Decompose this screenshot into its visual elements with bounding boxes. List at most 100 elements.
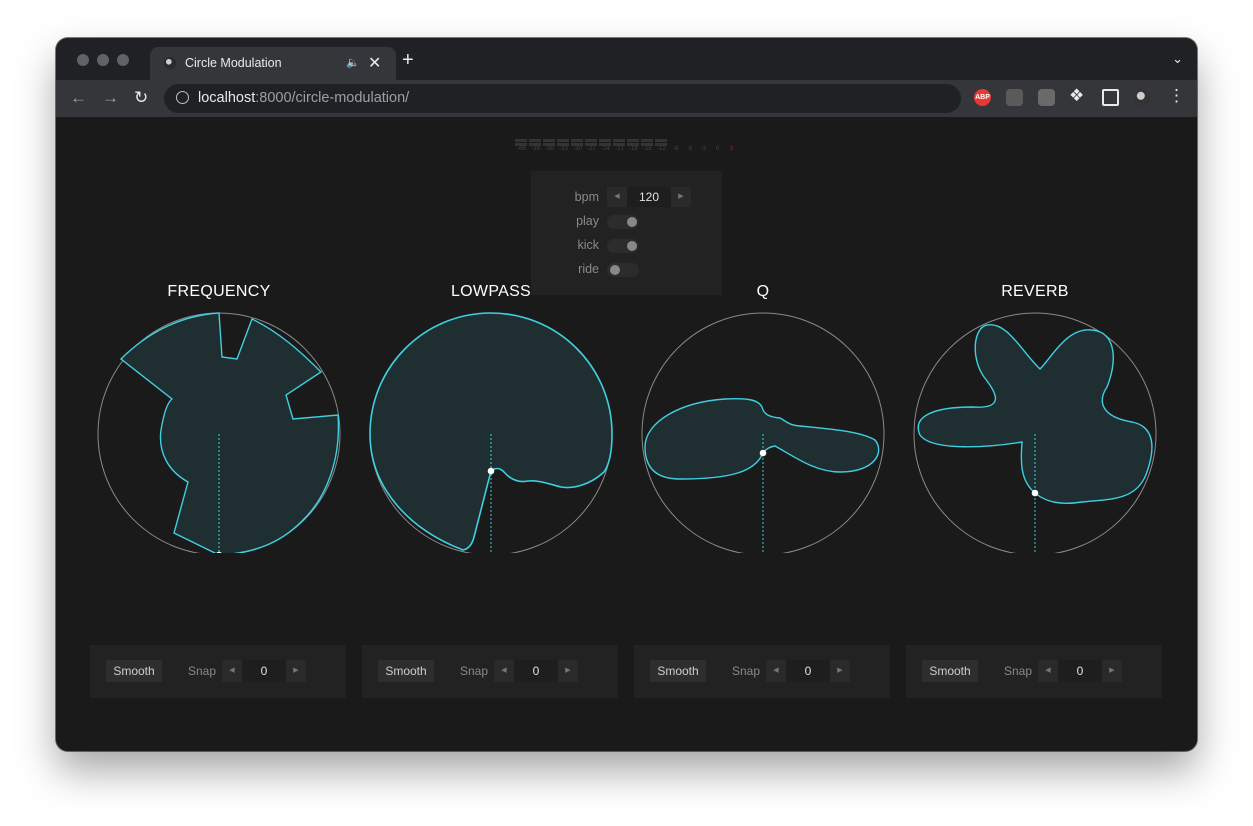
meter-segment (515, 139, 527, 142)
reverb-shape[interactable] (917, 324, 1153, 504)
meter-segment (571, 139, 583, 142)
module-title: REVERB (1001, 283, 1069, 300)
bpm-stepper: ◀ 120 ▶ (607, 187, 691, 207)
smooth-button[interactable]: Smooth (650, 660, 706, 682)
transport-panel: bpm ◀ 120 ▶ play kick ride (531, 171, 722, 295)
kick-label: kick (577, 238, 599, 252)
snap-decrease-button[interactable]: ◀ (1038, 660, 1058, 682)
speaker-icon[interactable]: 🔈 (346, 56, 360, 69)
meter-scale-label: -15 (643, 146, 652, 152)
side-panel-icon[interactable] (1102, 89, 1119, 106)
meter-scale-label: -30 (573, 146, 582, 152)
adblock-icon[interactable]: ABP (974, 89, 991, 106)
favicon-icon (164, 57, 176, 69)
reverb-circle-editor[interactable] (912, 307, 1158, 553)
meter-scale-label: -39 (531, 146, 540, 152)
bpm-value[interactable]: 120 (627, 187, 671, 207)
meter-scale-label: -27 (587, 146, 596, 152)
kick-toggle-knob (627, 241, 637, 251)
snap-increase-button[interactable]: ▶ (558, 660, 578, 682)
meter-scale-label: 0 (715, 146, 720, 152)
module-title: FREQUENCY (167, 283, 271, 300)
play-toggle[interactable] (607, 215, 639, 229)
snap-increase-button[interactable]: ▶ (1102, 660, 1122, 682)
address-bar[interactable]: localhost:8000/circle-modulation/ (164, 84, 961, 113)
meter-scale-label: -66 (517, 146, 526, 152)
smooth-button[interactable]: Smooth (106, 660, 162, 682)
module-title: Q (756, 283, 770, 300)
snap-stepper: ◀ 0 ▶ (222, 660, 306, 682)
tab-circle-modulation[interactable]: Circle Modulation 🔈 ✕ (150, 47, 396, 80)
back-icon[interactable]: ← (70, 88, 87, 108)
playhead-dot (759, 449, 767, 457)
q-shape[interactable] (644, 398, 880, 480)
module-title: LOWPASS (450, 283, 532, 300)
snap-value[interactable]: 0 (242, 660, 286, 682)
snap-value[interactable]: 0 (1058, 660, 1102, 682)
lowpass-controls: Smooth Snap ◀ 0 ▶ (362, 645, 618, 698)
snap-value[interactable]: 0 (786, 660, 830, 682)
extension-cube-icon[interactable] (1006, 89, 1023, 106)
profile-avatar[interactable] (1134, 89, 1151, 106)
q-controls: Smooth Snap ◀ 0 ▶ (634, 645, 890, 698)
new-tab-icon[interactable]: + (402, 49, 414, 72)
snap-decrease-button[interactable]: ◀ (494, 660, 514, 682)
meter-row-left (515, 139, 739, 142)
meter-scale-label: -21 (615, 146, 624, 152)
meter-scale-label: -3 (700, 146, 707, 152)
q-circle-editor[interactable] (640, 307, 886, 553)
reload-icon[interactable]: ↻ (134, 88, 148, 108)
close-window-button[interactable] (77, 54, 89, 66)
maximize-window-button[interactable] (117, 54, 129, 66)
meter-segment (585, 139, 597, 142)
snap-increase-button[interactable]: ▶ (286, 660, 306, 682)
play-label: play (576, 214, 599, 228)
tab-strip: Circle Modulation 🔈 ✕ + ⌄ (56, 38, 1197, 80)
meter-scale-label: -12 (657, 146, 666, 152)
bpm-increase-button[interactable]: ▶ (671, 187, 691, 207)
close-tab-icon[interactable]: ✕ (368, 53, 381, 73)
meter-scale-label: -18 (629, 146, 638, 152)
smooth-button[interactable]: Smooth (922, 660, 978, 682)
ride-toggle[interactable] (607, 263, 639, 277)
more-menu-icon[interactable]: ⋮ (1168, 86, 1185, 106)
browser-window: Circle Modulation 🔈 ✕ + ⌄ ← → ↻ localhos… (56, 38, 1197, 751)
frequency-circle-editor[interactable] (96, 307, 342, 553)
meter-scale-label: -6 (686, 146, 693, 152)
snap-decrease-button[interactable]: ◀ (222, 660, 242, 682)
puzzle-extensions-icon[interactable]: ❖ (1069, 86, 1084, 106)
url-text: localhost:8000/circle-modulation/ (198, 90, 409, 106)
snap-increase-button[interactable]: ▶ (830, 660, 850, 682)
minimize-window-button[interactable] (97, 54, 109, 66)
level-meter: -66 -39 -36 -33 -30 -27 -24 -21 -18 -15 -12 -9 -6 -3 0… (515, 139, 739, 157)
meter-segment (627, 139, 639, 142)
chevron-down-icon[interactable]: ⌄ (1172, 51, 1183, 67)
meter-scale-label: -9 (672, 146, 679, 152)
meter-scale-label: -24 (601, 146, 610, 152)
ride-toggle-knob (610, 265, 620, 275)
snap-stepper: ◀ 0 ▶ (494, 660, 578, 682)
meter-scale-label: 3 (729, 146, 734, 152)
meter-scale-label: -33 (559, 146, 568, 152)
ride-label: ride (578, 262, 599, 276)
smooth-button[interactable]: Smooth (378, 660, 434, 682)
extension-copy-icon[interactable] (1038, 89, 1055, 106)
meter-scale: -66 -39 -36 -33 -30 -27 -24 -21 -18 -15 -12 -9 -6 -3 0… (515, 146, 738, 152)
snap-value[interactable]: 0 (514, 660, 558, 682)
forward-icon[interactable]: → (102, 88, 119, 108)
lowpass-circle-editor[interactable] (368, 307, 614, 553)
tab-title: Circle Modulation (185, 56, 282, 70)
play-toggle-knob (627, 217, 637, 227)
snap-stepper: ◀ 0 ▶ (766, 660, 850, 682)
meter-segment (599, 139, 611, 142)
browser-toolbar: ← → ↻ localhost:8000/circle-modulation/ … (56, 80, 1197, 118)
snap-decrease-button[interactable]: ◀ (766, 660, 786, 682)
meter-scale-label: -36 (545, 146, 554, 152)
site-info-icon[interactable] (176, 91, 189, 104)
bpm-label: bpm (574, 190, 599, 204)
snap-label: Snap (732, 664, 761, 678)
meter-segment (557, 139, 569, 142)
snap-label: Snap (460, 664, 489, 678)
bpm-decrease-button[interactable]: ◀ (607, 187, 627, 207)
kick-toggle[interactable] (607, 239, 639, 253)
